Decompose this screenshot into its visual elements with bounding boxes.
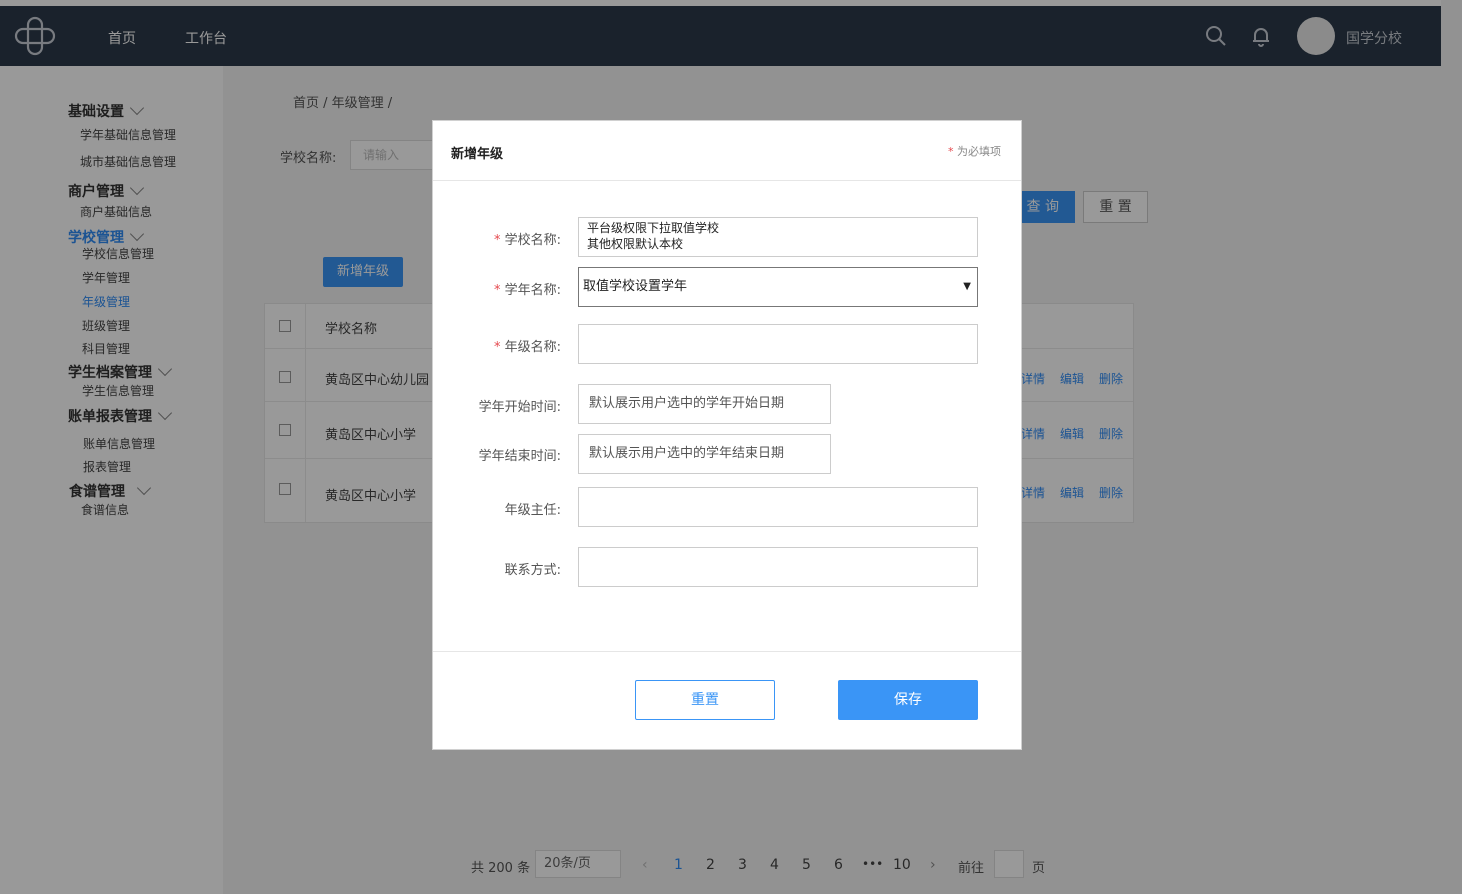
dialog-title: 新增年级 — [451, 147, 504, 162]
grade-field-label: * 年级名称: — [433, 336, 561, 355]
start-time-label: 学年开始时间: — [478, 400, 561, 415]
year-select-value: 取值学校设置学年 — [583, 279, 688, 294]
school-select-line2: 其他权限默认本校 — [587, 237, 684, 251]
year-field-label: * 学年名称: — [433, 279, 561, 298]
start-time-input[interactable]: 默认展示用户选中的学年开始日期 — [578, 384, 831, 424]
year-select[interactable]: 取值学校设置学年 ▼ — [578, 267, 978, 307]
required-hint-text: 为必填项 — [953, 145, 1001, 158]
required-star: * — [493, 283, 501, 298]
dialog-save-button[interactable]: 保存 — [838, 680, 978, 720]
dialog-divider — [433, 651, 1021, 652]
end-time-label: 学年结束时间: — [478, 449, 561, 464]
required-star: * — [493, 340, 501, 355]
year-label-text: 学年名称: — [504, 283, 561, 298]
grade-name-input[interactable] — [578, 324, 978, 364]
grade-master-label: 年级主任: — [504, 503, 561, 518]
grade-label-text: 年级名称: — [504, 340, 561, 355]
grade-master-input[interactable] — [578, 487, 978, 527]
dropdown-arrow-icon: ▼ — [963, 281, 971, 292]
add-grade-dialog: 新增年级 * 为必填项 * 学校名称: 平台级权限下拉取值学校 其他权限默认本校… — [432, 120, 1022, 750]
end-time-input[interactable]: 默认展示用户选中的学年结束日期 — [578, 434, 831, 474]
required-hint: * 为必填项 — [948, 143, 1001, 159]
school-label-text: 学校名称: — [504, 233, 561, 248]
dialog-header: 新增年级 * 为必填项 — [433, 121, 1021, 181]
school-select[interactable]: 平台级权限下拉取值学校 其他权限默认本校 — [578, 217, 978, 257]
contact-label: 联系方式: — [504, 563, 561, 578]
school-field-label: * 学校名称: — [433, 229, 561, 248]
school-select-line1: 平台级权限下拉取值学校 — [587, 221, 720, 235]
contact-input[interactable] — [578, 547, 978, 587]
required-star: * — [493, 233, 501, 248]
dialog-reset-button[interactable]: 重置 — [635, 680, 775, 720]
